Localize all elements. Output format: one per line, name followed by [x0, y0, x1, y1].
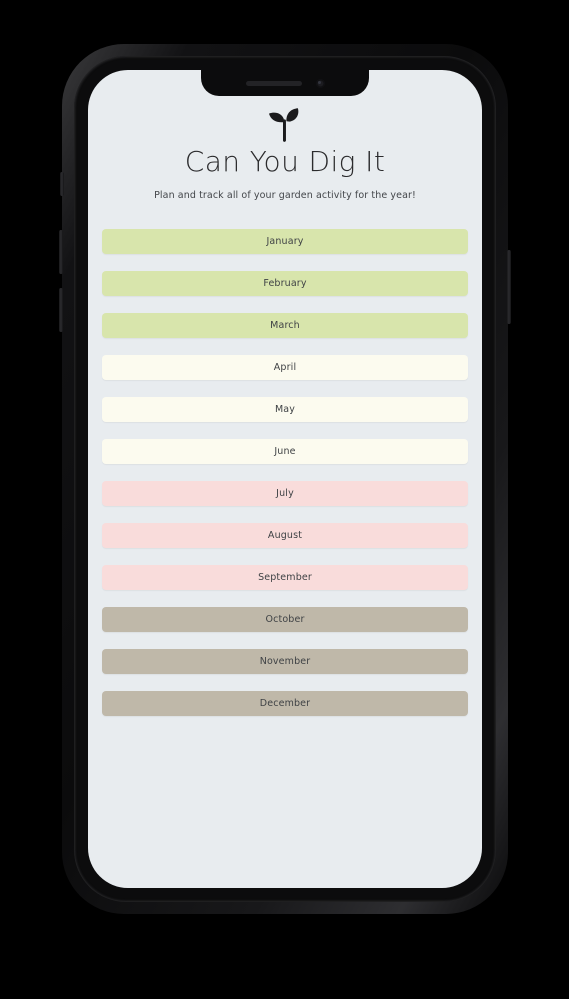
month-button-label: November: [259, 656, 311, 668]
sprout-icon: [88, 108, 482, 142]
phone-device-frame: Can You Dig It Plan and track all of you…: [59, 44, 511, 914]
month-button-june[interactable]: June: [102, 439, 468, 465]
front-camera-icon: [315, 78, 325, 88]
month-button-january[interactable]: January: [102, 229, 468, 255]
month-button-april[interactable]: April: [102, 355, 468, 381]
month-button-label: December: [259, 698, 311, 710]
month-button-label: January: [266, 236, 304, 248]
month-button-august[interactable]: August: [102, 523, 468, 549]
month-button-label: May: [274, 404, 296, 416]
phone-notch: [201, 70, 369, 96]
month-button-july[interactable]: July: [102, 481, 468, 507]
month-button-label: July: [276, 488, 294, 500]
power-button[interactable]: [507, 250, 511, 324]
volume-up-button[interactable]: [59, 230, 63, 274]
month-button-label: October: [265, 614, 305, 626]
month-button-may[interactable]: May: [102, 397, 468, 423]
month-button-october[interactable]: October: [102, 607, 468, 633]
month-button-february[interactable]: February: [102, 271, 468, 297]
month-list: January February March April May June July Augu…: [88, 229, 482, 717]
month-button-march[interactable]: March: [102, 313, 468, 339]
month-button-label: February: [263, 278, 307, 290]
silent-switch-button[interactable]: [60, 172, 64, 196]
page-title: Can You Dig It: [184, 145, 386, 178]
month-button-label: August: [267, 530, 303, 542]
phone-screen: Can You Dig It Plan and track all of you…: [88, 70, 482, 888]
month-button-september[interactable]: September: [102, 565, 468, 591]
earpiece-speaker-icon: [245, 80, 302, 86]
month-button-november[interactable]: November: [102, 649, 468, 675]
month-button-label: September: [258, 572, 312, 584]
month-button-label: April: [273, 362, 297, 374]
month-button-label: March: [270, 320, 300, 332]
volume-down-button[interactable]: [59, 288, 63, 332]
month-button-label: June: [274, 446, 296, 458]
app-content: Can You Dig It Plan and track all of you…: [88, 70, 482, 888]
month-button-december[interactable]: December: [102, 691, 468, 717]
page-subtitle: Plan and track all of your garden activi…: [154, 190, 416, 202]
